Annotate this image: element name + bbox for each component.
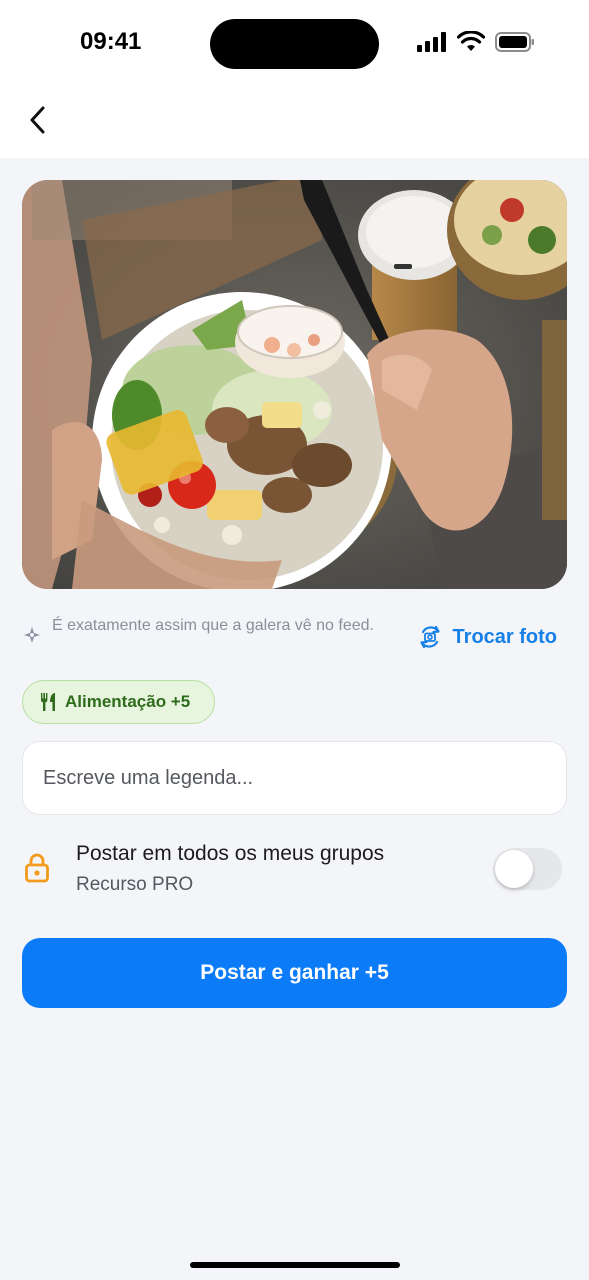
signal-icon bbox=[417, 32, 446, 52]
pro-feature-label: Recurso PRO bbox=[76, 874, 194, 895]
sparkle-icon bbox=[24, 627, 40, 643]
nav-bar bbox=[0, 88, 589, 158]
hint-text: É exatamente assim que a galera vê no fe… bbox=[52, 617, 374, 634]
swap-photo-button[interactable]: Trocar foto bbox=[417, 624, 557, 650]
toggle-knob bbox=[495, 850, 533, 888]
back-button[interactable] bbox=[18, 100, 58, 140]
swap-photo-label: Trocar foto bbox=[452, 625, 557, 648]
lock-icon bbox=[24, 852, 50, 889]
status-icons bbox=[417, 31, 535, 53]
status-bar: 09:41 bbox=[0, 0, 589, 88]
status-time: 09:41 bbox=[80, 28, 142, 55]
chevron-left-icon bbox=[30, 106, 45, 134]
dynamic-island bbox=[210, 19, 379, 69]
feed-preview-hint: É exatamente assim que a galera vê no fe… bbox=[22, 615, 402, 645]
wifi-icon bbox=[457, 31, 485, 51]
post-button[interactable]: Postar e ganhar +5 bbox=[22, 938, 567, 1008]
home-indicator bbox=[190, 1262, 400, 1268]
post-to-groups-title: Postar em todos os meus grupos bbox=[76, 842, 385, 865]
salad-bowl-photo bbox=[22, 180, 567, 589]
camera-swap-icon bbox=[419, 625, 440, 649]
category-chip[interactable]: Alimentação +5 bbox=[22, 680, 215, 724]
battery-icon bbox=[495, 32, 534, 52]
caption-input[interactable] bbox=[22, 741, 567, 815]
category-chip-label: Alimentação +5 bbox=[65, 692, 191, 711]
post-to-groups-toggle[interactable] bbox=[493, 848, 562, 890]
fork-knife-icon bbox=[41, 693, 55, 711]
